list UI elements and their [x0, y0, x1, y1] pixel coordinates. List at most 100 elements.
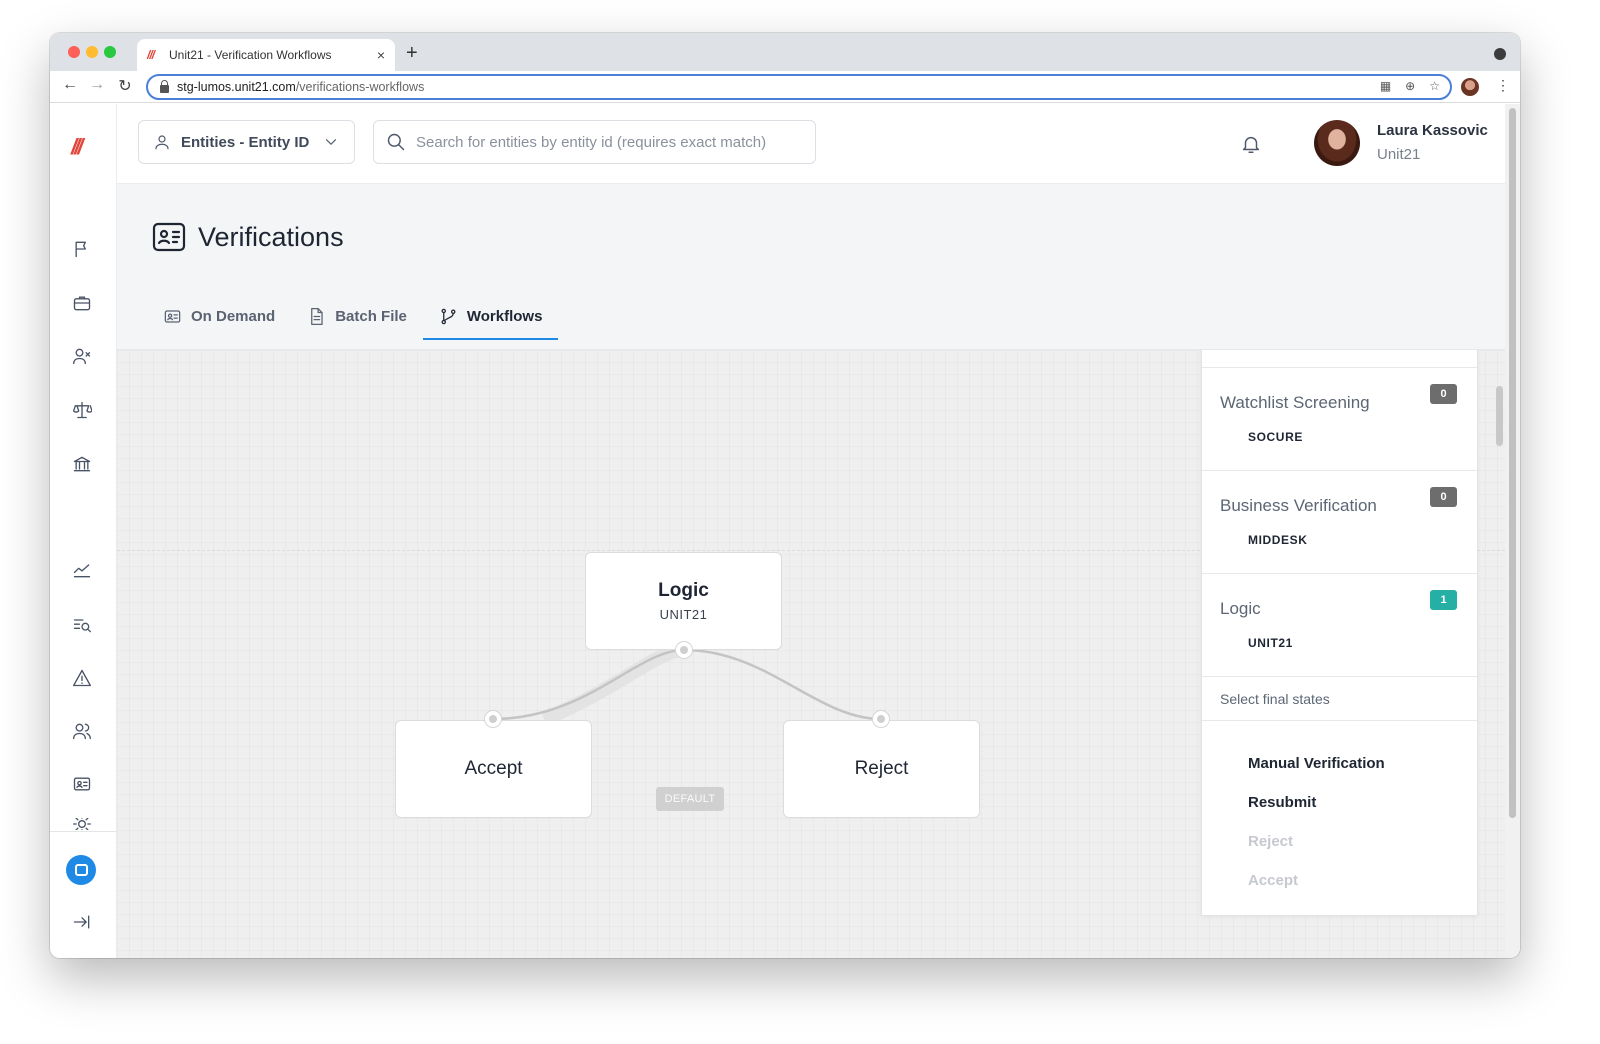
unit21-favicon: ///: [147, 48, 155, 62]
browser-toolbar: ← → ↻ stg-lumos.unit21.com/verifications…: [50, 71, 1520, 103]
collapse-sidebar-icon[interactable]: [71, 911, 93, 933]
browser-tabbar: /// Unit21 - Verification Workflows × +: [50, 33, 1520, 71]
browser-tab-title: Unit21 - Verification Workflows: [169, 48, 332, 62]
page-scrollbar[interactable]: [1505, 104, 1520, 958]
step-vendor: UNIT21: [1248, 636, 1293, 650]
close-tab-icon[interactable]: ×: [377, 47, 385, 63]
chrome-menu-icon[interactable]: ⋮: [1496, 77, 1510, 94]
bank-icon[interactable]: [71, 453, 93, 475]
step-vendor: SOCURE: [1248, 430, 1303, 444]
entity-search: [373, 120, 816, 164]
maximize-window-button[interactable]: [104, 46, 116, 58]
step-title: Watchlist Screening: [1220, 393, 1370, 412]
tab-label: On Demand: [191, 307, 276, 325]
notifications-bell-icon[interactable]: [1240, 133, 1262, 160]
sidebar: ///: [50, 104, 117, 958]
page-header: Verifications On Demand Batch File Workf…: [117, 184, 1505, 350]
briefcase-icon[interactable]: [71, 292, 93, 314]
trend-icon[interactable]: [71, 559, 93, 581]
app-root: /// Entities - Entity ID Search for enti…: [50, 104, 1505, 958]
workflow-node-reject[interactable]: Reject: [783, 720, 980, 818]
step-count-badge: 0: [1430, 487, 1457, 507]
tab-label: Batch File: [335, 307, 407, 325]
step-title: Logic: [1220, 599, 1261, 618]
zoom-icon[interactable]: ⊕: [1405, 79, 1415, 93]
step-item-logic[interactable]: Logic 1 UNIT21: [1202, 574, 1477, 677]
user-name: Laura Kassovic: [1377, 122, 1488, 139]
browser-window: /// Unit21 - Verification Workflows × + …: [50, 33, 1520, 958]
back-arrow-icon[interactable]: ←: [60, 76, 80, 94]
panel-scrollbar[interactable]: [1496, 386, 1503, 446]
node-output-port[interactable]: [675, 641, 693, 659]
chrome-profile-avatar[interactable]: [1461, 78, 1479, 96]
forward-arrow-icon[interactable]: →: [87, 76, 107, 94]
entity-type-select[interactable]: Entities - Entity ID: [138, 120, 355, 164]
close-window-button[interactable]: [68, 46, 80, 58]
topbar: Entities - Entity ID Laura Kassovic Unit…: [117, 104, 1505, 184]
edge-highlight: [541, 643, 685, 726]
scale-icon[interactable]: [71, 399, 93, 421]
address-bar[interactable]: stg-lumos.unit21.com/verifications-workf…: [146, 74, 1452, 100]
final-state-manual-verification[interactable]: Manual Verification: [1248, 755, 1477, 794]
id-card-icon[interactable]: [71, 773, 93, 795]
sidebar-divider: [50, 831, 117, 832]
omnibox-actions: ▦ ⊕ ☆: [1380, 79, 1440, 93]
tab-on-demand[interactable]: On Demand: [147, 294, 291, 338]
document-icon: [311, 307, 323, 325]
page-title: Verifications: [198, 222, 344, 252]
id-card-icon: [152, 221, 186, 258]
browser-tab[interactable]: /// Unit21 - Verification Workflows ×: [137, 39, 395, 71]
unit21-logo[interactable]: ///: [71, 134, 83, 160]
edge-logic-reject[interactable]: [683, 648, 882, 721]
node-title: Reject: [854, 758, 909, 779]
node-title: Logic: [658, 580, 709, 601]
step-count-badge: 0: [1430, 384, 1457, 404]
workflow-canvas[interactable]: Logic UNIT21 Accept Reject DEFAULT Watch…: [117, 350, 1505, 958]
final-state-accept[interactable]: Accept: [1248, 872, 1477, 911]
flag-icon[interactable]: [71, 238, 93, 260]
chat-support-button[interactable]: [66, 855, 96, 885]
user-avatar[interactable]: [1314, 120, 1360, 166]
user-icon: [155, 135, 169, 150]
bookmark-star-icon[interactable]: ☆: [1429, 79, 1440, 93]
node-input-port[interactable]: [872, 710, 890, 728]
step-panel: Watchlist Screening 0 SOCURE Business Ve…: [1201, 350, 1478, 916]
final-state-reject[interactable]: Reject: [1248, 833, 1477, 872]
scrollbar-thumb[interactable]: [1509, 108, 1516, 818]
node-title: Accept: [464, 758, 523, 779]
final-state-resubmit[interactable]: Resubmit: [1248, 794, 1477, 833]
new-tab-button[interactable]: +: [406, 42, 418, 65]
qr-code-icon[interactable]: ▦: [1380, 79, 1391, 93]
search-list-icon[interactable]: [71, 614, 93, 636]
panel-top-spacer: [1202, 350, 1477, 368]
final-states-heading: Select final states: [1202, 677, 1477, 721]
tab-search-icon[interactable]: [1494, 48, 1506, 60]
tab-batch-file[interactable]: Batch File: [291, 294, 423, 338]
users-icon[interactable]: [71, 720, 93, 742]
step-vendor: MIDDESK: [1248, 533, 1308, 547]
minimize-window-button[interactable]: [86, 46, 98, 58]
search-icon: [387, 133, 405, 151]
user-x-icon[interactable]: [71, 345, 93, 367]
final-states-list: Manual Verification Resubmit Reject Acce…: [1202, 721, 1477, 911]
verification-tabs: On Demand Batch File Workflows: [147, 294, 559, 340]
edge-label-default: DEFAULT: [656, 787, 724, 811]
node-input-port[interactable]: [484, 710, 502, 728]
reload-icon[interactable]: ↻: [115, 76, 135, 96]
entity-type-label: Entities - Entity ID: [181, 133, 310, 151]
git-branch-icon: [441, 308, 456, 324]
tab-label: Workflows: [466, 307, 543, 325]
step-title: Business Verification: [1220, 496, 1377, 515]
settings-icon[interactable]: [71, 818, 93, 830]
id-card-icon: [164, 309, 181, 323]
alert-triangle-icon[interactable]: [71, 667, 93, 689]
url-text: stg-lumos.unit21.com/verifications-workf…: [177, 80, 425, 94]
step-count-badge: 1: [1430, 590, 1457, 610]
workflow-node-accept[interactable]: Accept: [395, 720, 592, 818]
search-input[interactable]: [416, 133, 796, 151]
chat-icon: [74, 864, 88, 876]
tab-workflows[interactable]: Workflows: [422, 294, 559, 340]
workflow-node-logic[interactable]: Logic UNIT21: [585, 552, 782, 650]
step-item-business-verification[interactable]: Business Verification 0 MIDDESK: [1202, 471, 1477, 574]
step-item-watchlist[interactable]: Watchlist Screening 0 SOCURE: [1202, 368, 1477, 471]
